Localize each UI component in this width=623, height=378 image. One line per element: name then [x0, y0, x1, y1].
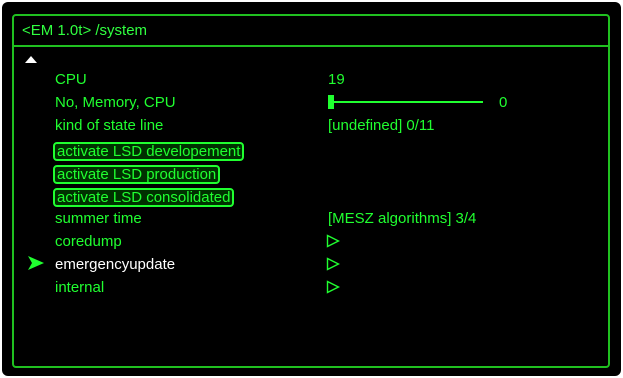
play-outline-icon[interactable] [326, 234, 340, 248]
summer-time-value: [MESZ algorithms] 3/4 [328, 209, 477, 227]
menu-item-coredump[interactable]: coredump [55, 231, 122, 251]
menu-item-emergencyupdate[interactable]: emergencyupdate [55, 254, 175, 274]
device-screen: <EM 1.0t> /system CPU 19 No, Memory, CPU… [2, 2, 621, 376]
menu-item-label: summer time [55, 209, 142, 227]
menu-item-label: coredump [55, 232, 122, 250]
play-outline-icon[interactable] [326, 280, 340, 294]
memory-slider-value: 0 [499, 93, 508, 111]
activate-lsd-developement-button[interactable]: activate LSD developement [53, 142, 245, 161]
menu-path: <EM 1.0t> /system [22, 22, 148, 39]
menu-item-label: kind of state line [55, 116, 164, 134]
activate-lsd-production-button[interactable]: activate LSD production [53, 165, 221, 184]
menu-item-label: emergencyupdate [55, 255, 176, 273]
button-label: activate LSD production [57, 166, 217, 183]
menu-item-label: No, Memory, CPU [55, 93, 176, 111]
scroll-up-icon[interactable] [25, 56, 37, 63]
play-outline-icon[interactable] [326, 257, 340, 271]
selection-arrow-icon [28, 256, 44, 270]
menu-item-label: internal [55, 278, 105, 296]
menu-item-cpu[interactable]: CPU [55, 69, 87, 89]
memory-slider-handle[interactable] [328, 95, 334, 109]
menu-item-summer-time[interactable]: summer time [55, 208, 142, 228]
menu-item-label: CPU [55, 70, 87, 88]
memory-slider-track[interactable] [328, 101, 483, 103]
button-label: activate LSD developement [57, 143, 241, 160]
menu-item-no-memory-cpu[interactable]: No, Memory, CPU [55, 92, 176, 112]
state-line-value: [undefined] 0/11 [328, 116, 435, 134]
menu-window: <EM 1.0t> /system CPU 19 No, Memory, CPU… [12, 14, 610, 368]
activate-lsd-consolidated-button[interactable]: activate LSD consolidated [53, 188, 235, 207]
button-label: activate LSD consolidated [57, 189, 231, 206]
menu-item-kind-of-state-line[interactable]: kind of state line [55, 115, 163, 135]
cpu-value: 19 [328, 70, 345, 88]
window-title: <EM 1.0t> /system [14, 16, 608, 47]
menu-item-internal[interactable]: internal [55, 277, 104, 297]
